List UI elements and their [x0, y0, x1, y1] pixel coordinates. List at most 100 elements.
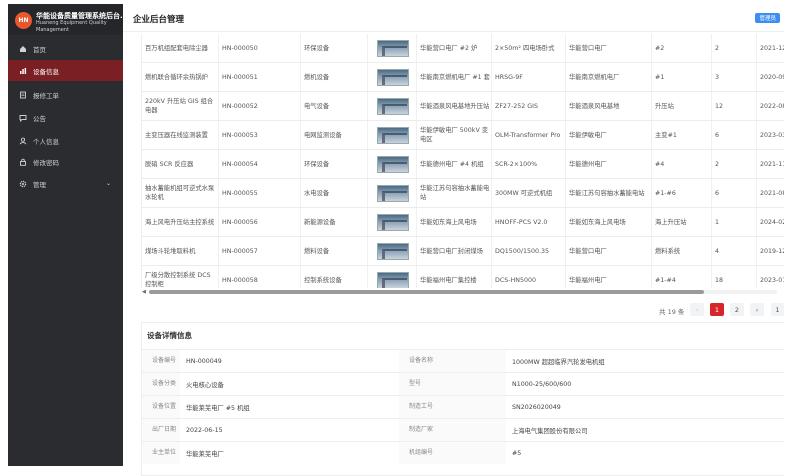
- cell-owner: 华能伊敏电厂: [566, 121, 652, 149]
- cell-photo: [368, 266, 417, 288]
- table-row[interactable]: 脱硝 SCR 反应器 HN-000054 环保设备 华能德州电厂 #4 机组 S…: [142, 150, 784, 179]
- details-row: 设备分类 火电核心设备 型号 N1000-25/600/600: [142, 372, 785, 395]
- cell-category: 环保设备: [301, 150, 368, 178]
- cell-device-name: 海上风电升压站主控系统: [142, 208, 219, 236]
- cell-quantity: 2: [712, 34, 757, 62]
- cell-owner: 华能南京燃机电厂: [566, 63, 652, 91]
- cell-location: 华能营口电厂 #2 炉: [417, 34, 492, 62]
- cell-category: 控制系统设备: [301, 266, 368, 288]
- gear-icon: [19, 180, 27, 188]
- details-title: 设备详情信息: [147, 331, 192, 340]
- cell-device-code: HN-000053: [219, 121, 301, 149]
- cell-unit-no: #2: [652, 34, 712, 62]
- cell-model: 2×50m² 四电场卧式: [492, 34, 566, 62]
- detail-label: 出厂日期: [142, 419, 180, 441]
- device-thumbnail[interactable]: [377, 126, 409, 144]
- nav-item-admin[interactable]: 管理 ⌄: [8, 173, 123, 194]
- user-role-badge[interactable]: 管理员: [755, 13, 780, 23]
- cell-unit-no: #1-#4: [652, 266, 712, 288]
- detail-value: #5: [512, 449, 522, 457]
- cell-quantity: 2: [712, 150, 757, 178]
- table-row[interactable]: 百万机组配套电除尘器 HN-000050 环保设备 华能营口电厂 #2 炉 2×…: [142, 34, 784, 63]
- cell-model: HNOFF-PCS V2.0: [492, 208, 566, 236]
- pagination: 共 19 条 ‹ 1 2 › 1: [141, 302, 784, 318]
- cell-model: DCS-HN5000: [492, 266, 566, 288]
- table-row[interactable]: 燃机联合循环余热锅炉 HN-000051 燃机设备 华能南京燃机电厂 #1 套 …: [142, 63, 784, 92]
- nav-item-devices[interactable]: 设备信息: [8, 60, 123, 81]
- cell-model: OLM-Transformer Pro: [492, 121, 566, 149]
- cell-device-code: HN-000056: [219, 208, 301, 236]
- logo: HN: [15, 12, 32, 29]
- cell-photo: [368, 208, 417, 236]
- table-row[interactable]: 海上风电升压站主控系统 HN-000056 新能源设备 华能如东海上风电场 HN…: [142, 208, 784, 237]
- cell-date: 2021-12: [760, 44, 784, 52]
- cell-device-name: 220kV 升压站 GIS 组合电器: [142, 92, 219, 120]
- cell-location: 华能德州电厂 #4 机组: [417, 150, 492, 178]
- nav-item-profile[interactable]: 个人信息: [8, 130, 123, 151]
- cell-category: 燃机设备: [301, 63, 368, 91]
- device-thumbnail[interactable]: [377, 39, 409, 57]
- device-thumbnail[interactable]: [377, 213, 409, 231]
- nav-label: 设备信息: [33, 67, 59, 76]
- device-details-panel: 设备详情信息 设备编号 HN-000049 设备名称 1000MW 超超临界汽轮…: [141, 322, 785, 476]
- cell-device-code: HN-000055: [219, 179, 301, 207]
- horizontal-scrollbar[interactable]: ◀: [141, 288, 784, 296]
- device-thumbnail[interactable]: [377, 184, 409, 202]
- device-thumbnail[interactable]: [377, 242, 409, 260]
- nav-item-repair-orders[interactable]: 报修工单: [8, 84, 123, 105]
- detail-value: 1000MW 超超临界汽轮发电机组: [512, 358, 605, 366]
- page-header: 企业后台管理 管理员: [123, 4, 784, 32]
- detail-label: 设备名称: [399, 350, 506, 372]
- table-row[interactable]: 厂级分散控制系统 DCS 控制柜 HN-000058 控制系统设备 华能福州电厂…: [142, 266, 784, 288]
- cell-unit-no: 海上升压站: [652, 208, 712, 236]
- cell-owner: 华能福州电厂: [566, 266, 652, 288]
- detail-label: 业主单位: [142, 442, 180, 464]
- device-thumbnail[interactable]: [377, 155, 409, 173]
- bar-chart-icon: [19, 67, 27, 75]
- scrollbar-thumb[interactable]: [149, 290, 704, 294]
- cell-quantity: 4: [712, 237, 757, 265]
- table-row[interactable]: 煤场斗轮堆取料机 HN-000057 燃料设备 华能营口电厂封闭煤场 DQ150…: [142, 237, 784, 266]
- cell-category: 新能源设备: [301, 208, 368, 236]
- cell-model: DQ1500/1500.35: [492, 237, 566, 265]
- page-1-button[interactable]: 1: [710, 303, 724, 316]
- cell-device-name: 煤场斗轮堆取料机: [142, 237, 219, 265]
- table-row[interactable]: 抽水蓄能机组可逆式水泵水轮机 HN-000055 水电设备 华能江苏句容抽水蓄能…: [142, 179, 784, 208]
- pagination-total: 共 19 条: [659, 308, 685, 316]
- chevron-down-icon[interactable]: ⌄: [106, 180, 111, 187]
- prev-page-button[interactable]: ‹: [690, 303, 704, 316]
- cell-device-name: 燃机联合循环余热锅炉: [142, 63, 219, 91]
- scroll-left-arrow-icon[interactable]: ◀: [142, 289, 146, 295]
- device-thumbnail[interactable]: [377, 68, 409, 86]
- table-row[interactable]: 主变压器在线监测装置 HN-000053 电网监测设备 华能伊敏电厂 500kV…: [142, 121, 784, 150]
- page-2-button[interactable]: 2: [730, 303, 744, 316]
- details-row: 出厂日期 2022-06-15 制造厂家 上海电气集团股份有限公司: [142, 418, 785, 441]
- nav-item-home[interactable]: 首页: [8, 38, 123, 59]
- nav-label: 报修工单: [33, 91, 59, 100]
- cell-location: 华能如东海上风电场: [417, 208, 492, 236]
- cell-category: 水电设备: [301, 179, 368, 207]
- nav-item-announcements[interactable]: 公告: [8, 107, 123, 128]
- cell-owner: 华能酒泉风电基地: [566, 92, 652, 120]
- device-thumbnail[interactable]: [377, 97, 409, 115]
- device-thumbnail[interactable]: [377, 271, 409, 288]
- cell-quantity: 6: [712, 179, 757, 207]
- cell-photo: [368, 237, 417, 265]
- detail-value: 华能莱芜电厂 #5 机组: [186, 404, 250, 412]
- nav-item-change-password[interactable]: 修改密码: [8, 151, 123, 172]
- nav-label: 公告: [33, 114, 46, 123]
- detail-label: 制造工号: [399, 396, 506, 418]
- table-row[interactable]: 220kV 升压站 GIS 组合电器 HN-000052 电气设备 华能酒泉风电…: [142, 92, 784, 121]
- detail-value: 上海电气集团股份有限公司: [512, 427, 588, 435]
- detail-label: 机组编号: [399, 442, 506, 464]
- sidebar: HN 华能设备质量管理系统后台... Huaneng Equipment Qua…: [8, 4, 128, 466]
- cell-quantity: 18: [712, 266, 757, 288]
- next-page-button[interactable]: ›: [750, 303, 764, 316]
- cell-location: 华能南京燃机电厂 #1 套: [417, 63, 492, 91]
- cell-location: 华能福州电厂集控楼: [417, 266, 492, 288]
- cell-owner: 华能江苏句容抽水蓄能电站: [566, 179, 652, 207]
- document-icon: [19, 91, 27, 99]
- details-row: 业主单位 华能莱芜电厂 机组编号 #5: [142, 441, 785, 464]
- page-jump-input[interactable]: 1: [771, 303, 784, 316]
- cell-device-name: 脱硝 SCR 反应器: [142, 150, 219, 178]
